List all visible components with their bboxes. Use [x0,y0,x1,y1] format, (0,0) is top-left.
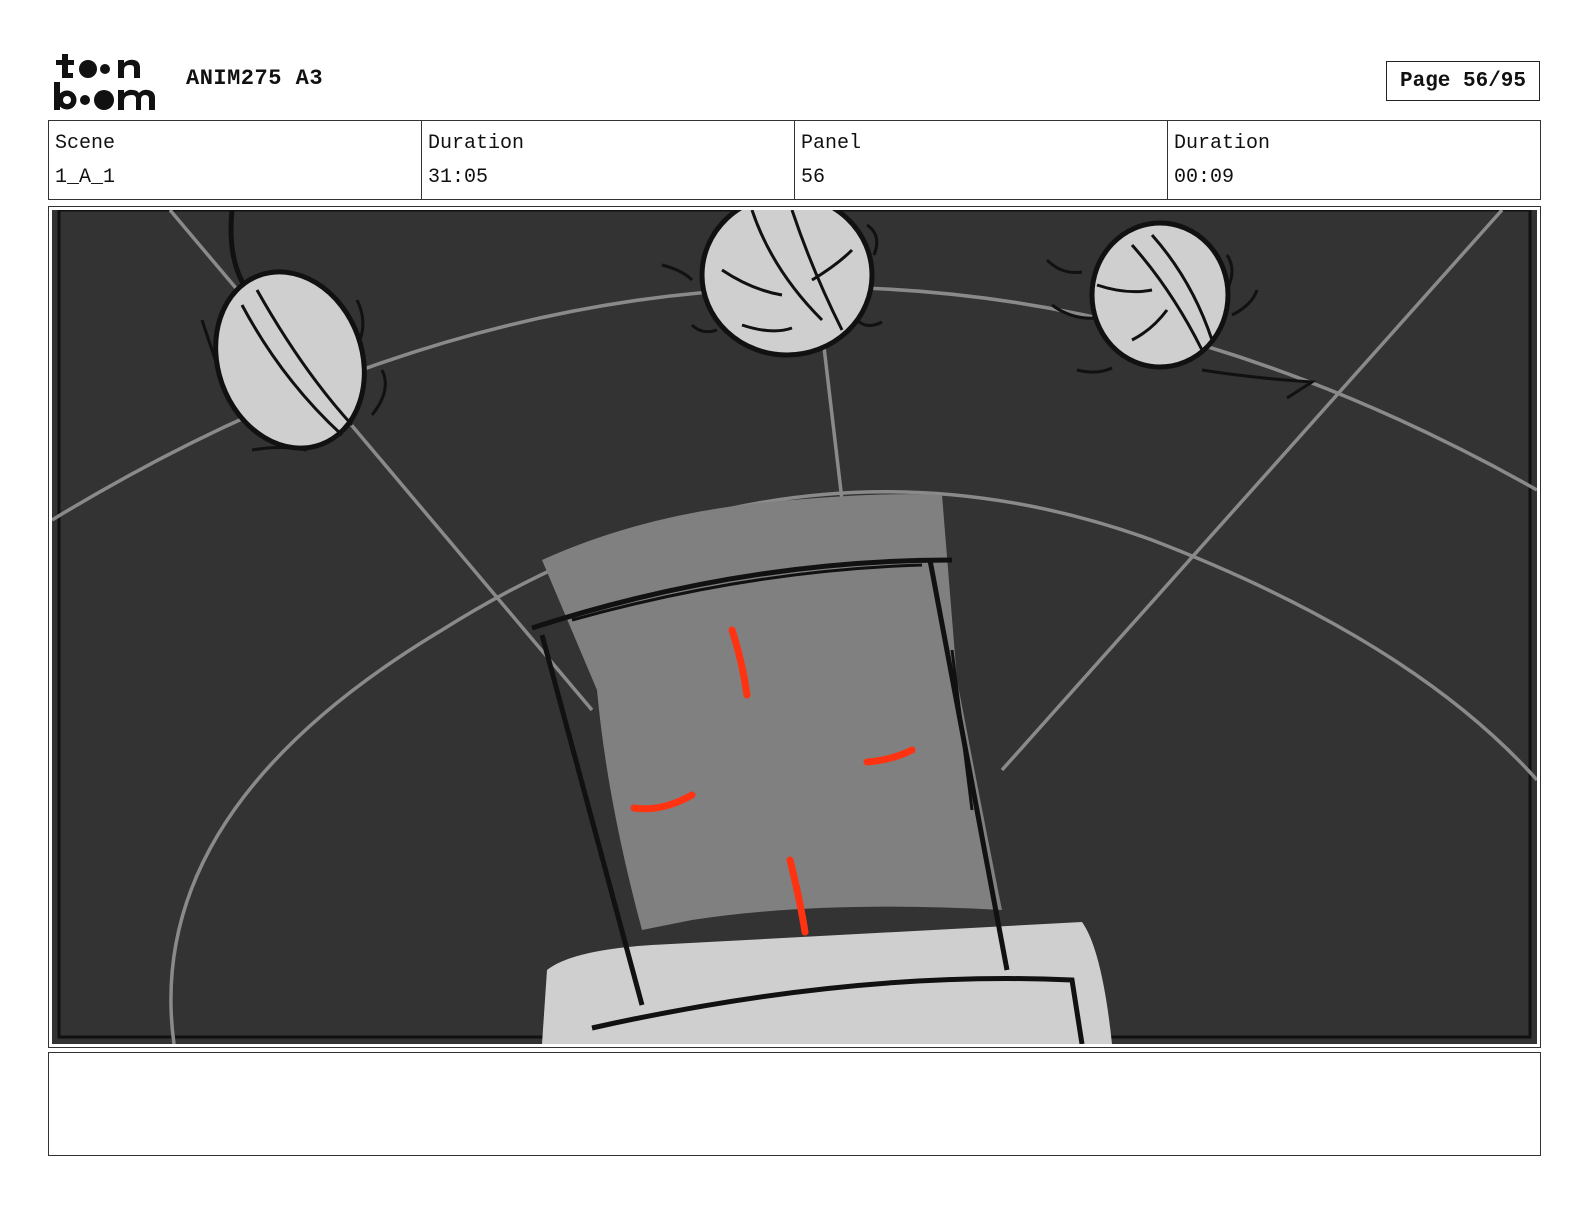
panel-duration-cell: Duration 00:09 [1167,121,1540,199]
panel-label: Panel [801,132,862,155]
panel-notes-box [48,1052,1541,1156]
panel-value: 56 [801,166,826,189]
scene-duration-value: 31:05 [428,166,489,189]
project-title: ANIM275 A3 [186,66,324,91]
scene-duration-label: Duration [428,132,525,155]
toon-boom-logo [54,54,155,110]
panel-duration-value: 00:09 [1174,166,1235,189]
panel-cell: Panel 56 [794,121,1167,199]
storyboard-panel-drawing [52,210,1537,1044]
scene-duration-cell: Duration 31:05 [421,121,794,199]
scene-value: 1_A_1 [55,166,116,189]
scene-info-table: Scene 1_A_1 Duration 31:05 Panel 56 Dura… [48,120,1541,200]
panel-duration-label: Duration [1174,132,1271,155]
page-indicator: Page 56/95 [1386,61,1540,101]
scene-cell: Scene 1_A_1 [49,121,421,199]
scene-label: Scene [55,132,116,155]
